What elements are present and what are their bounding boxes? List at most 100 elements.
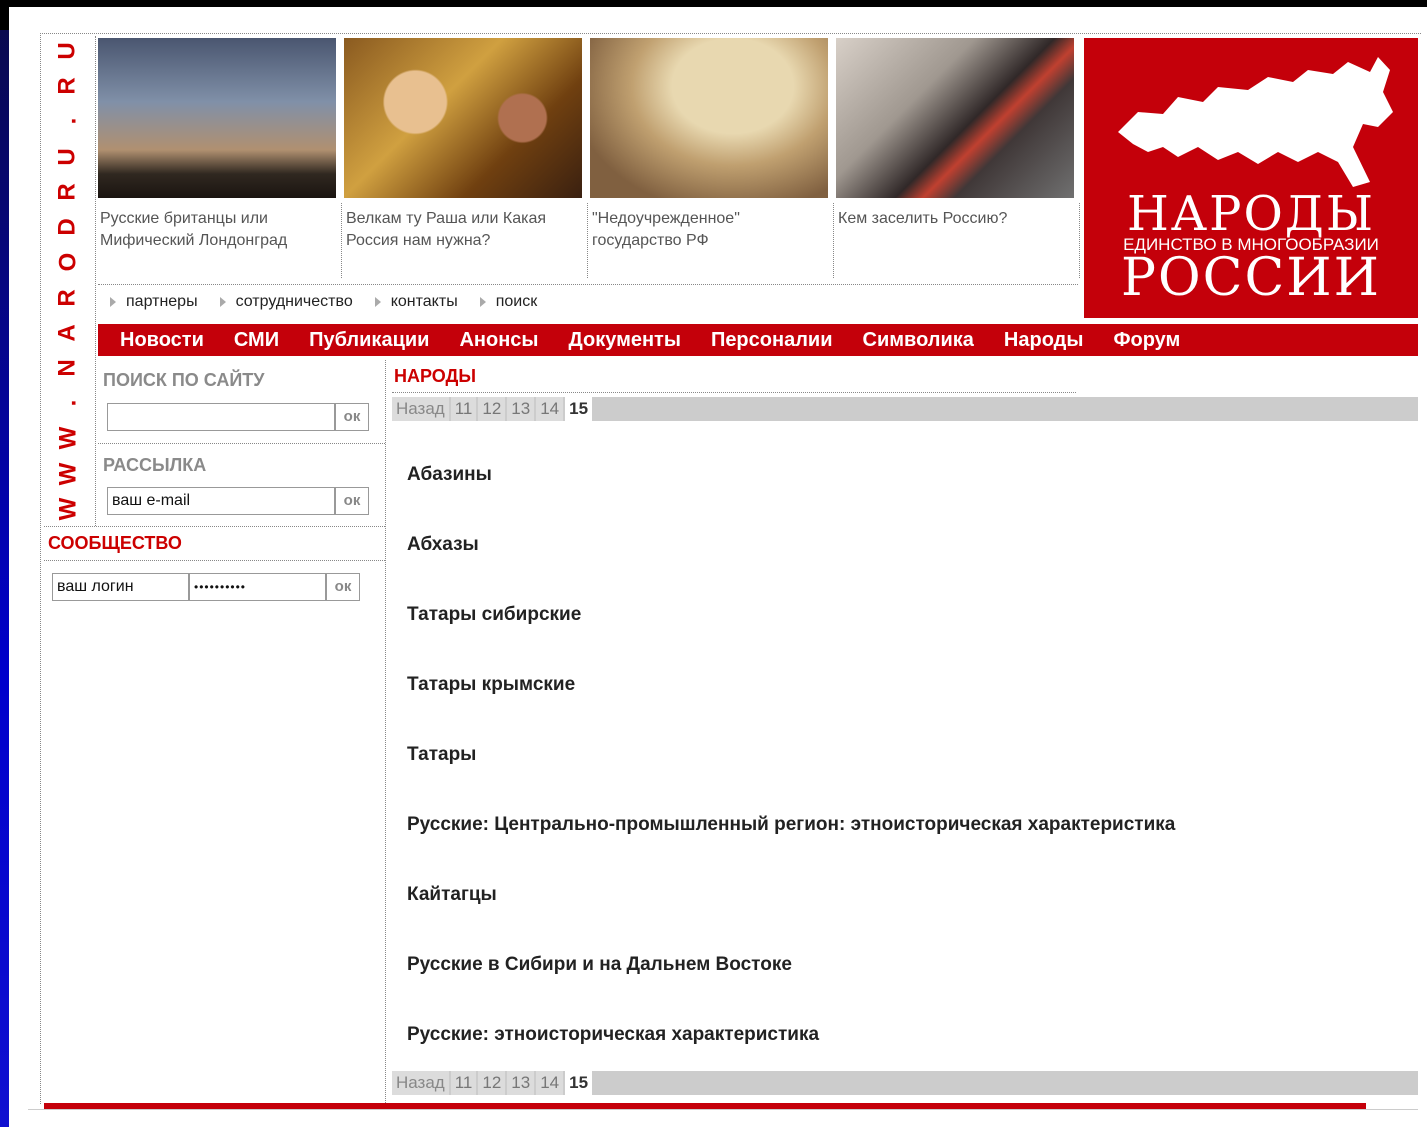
nav-announcements[interactable]: Анонсы xyxy=(459,329,538,352)
url-separator xyxy=(95,36,96,526)
list-item[interactable]: Русские в Сибири и на Дальнем Востоке xyxy=(407,950,1397,1020)
nav-news[interactable]: Новости xyxy=(120,329,204,352)
pagination-bottom: Назад 11 12 13 14 15 xyxy=(392,1071,1418,1095)
divider xyxy=(44,560,385,561)
nav-forum[interactable]: Форум xyxy=(1113,329,1180,352)
url-char: N xyxy=(54,359,81,377)
pager-page[interactable]: 12 xyxy=(478,397,506,421)
nav-media[interactable]: СМИ xyxy=(234,329,279,352)
main-nav: Новости СМИ Публикации Анонсы Документы … xyxy=(98,324,1418,356)
footer-line xyxy=(28,1109,1418,1110)
login-field[interactable]: ваш логин xyxy=(52,573,189,601)
divider xyxy=(98,443,385,444)
teaser-caption[interactable]: Велкам ту Раша или Какая Россия нам нужн… xyxy=(346,208,578,252)
logo-line-1: НАРОДЫ xyxy=(1126,186,1376,242)
pager-page[interactable]: 13 xyxy=(507,1071,535,1095)
nav-peoples[interactable]: Народы xyxy=(1004,329,1084,352)
url-char: R xyxy=(54,77,81,95)
teaser-card[interactable]: "Недоучрежденное" государство РФ xyxy=(590,38,834,283)
arrow-icon xyxy=(374,297,381,307)
divider xyxy=(44,526,385,527)
url-char: . xyxy=(53,118,81,125)
url-char: W xyxy=(54,427,81,450)
pager-current: 15 xyxy=(565,397,593,421)
london-photo[interactable] xyxy=(98,38,336,198)
divider xyxy=(833,203,834,278)
search-ok-button[interactable]: ок xyxy=(335,403,369,431)
search-input[interactable] xyxy=(107,403,335,431)
pagination-top: Назад 11 12 13 14 15 xyxy=(392,397,1418,421)
pager-page[interactable]: 12 xyxy=(478,1071,506,1095)
pager-page[interactable]: 13 xyxy=(507,397,535,421)
kokoshnik-photo[interactable] xyxy=(344,38,582,198)
url-char: A xyxy=(54,324,81,342)
subnav-label: партнеры xyxy=(126,293,198,310)
sidebar-divider xyxy=(385,360,386,1105)
list-item[interactable]: Татары сибирские xyxy=(407,600,1397,670)
teaser-card[interactable]: Русские британцы или Мифический Лондонгр… xyxy=(98,38,342,283)
divider xyxy=(1079,203,1080,278)
list-item[interactable]: Татары xyxy=(407,740,1397,810)
window-top-border xyxy=(0,0,1427,7)
login-ok-button[interactable]: ок xyxy=(326,573,360,601)
subnav-label: поиск xyxy=(495,293,538,310)
subnav-item-search[interactable]: поиск xyxy=(479,293,538,311)
arrow-icon xyxy=(479,297,486,307)
teaser-caption[interactable]: "Недоучрежденное" государство РФ xyxy=(592,208,824,252)
list-item[interactable]: Русские: Центрально-промышленный регион:… xyxy=(407,810,1397,880)
url-char: W xyxy=(54,497,81,521)
pager-page[interactable]: 11 xyxy=(450,1071,477,1095)
subnav-item-cooperation[interactable]: сотрудничество xyxy=(219,293,353,311)
teaser-caption[interactable]: Кем заселить Россию? xyxy=(838,208,1070,230)
arrow-icon xyxy=(110,297,116,307)
list-item[interactable]: Абазины xyxy=(407,460,1397,530)
password-field[interactable]: •••••••••• xyxy=(189,573,326,601)
community-title: СООБЩЕСТВО xyxy=(48,533,182,553)
nav-symbols[interactable]: Символика xyxy=(863,329,974,352)
list-item[interactable]: Абхазы xyxy=(407,530,1397,600)
subnav-item-contacts[interactable]: контакты xyxy=(374,293,458,311)
peoples-list: Абазины Абхазы Татары сибирские Татары к… xyxy=(407,460,1397,1090)
vertical-site-url[interactable]: U R . U R D O R A N . W W W xyxy=(48,40,88,520)
url-char: R xyxy=(54,183,81,201)
pager-back[interactable]: Назад xyxy=(392,1071,449,1095)
globe-photo[interactable] xyxy=(590,38,828,198)
site-logo[interactable]: НАРОДЫ ЕДИНСТВО В МНОГООБРАЗИИ РОССИИ xyxy=(1084,38,1418,318)
secondary-nav: партнеры сотрудничество контакты поиск xyxy=(98,284,1078,319)
arrow-icon xyxy=(219,297,226,307)
nav-persons[interactable]: Персоналии xyxy=(711,329,833,352)
url-char: U xyxy=(54,147,81,166)
nav-documents[interactable]: Документы xyxy=(568,329,680,352)
mailing-title: РАССЫЛКА xyxy=(103,455,207,475)
nav-publications[interactable]: Публикации xyxy=(309,329,429,352)
url-char: D xyxy=(54,218,81,236)
pager-page[interactable]: 11 xyxy=(450,397,477,421)
teaser-caption[interactable]: Русские британцы или Мифический Лондонгр… xyxy=(100,208,332,252)
subnav-label: сотрудничество xyxy=(235,293,353,310)
email-field[interactable]: ваш e-mail xyxy=(107,487,335,515)
teaser-card[interactable]: Кем заселить Россию? xyxy=(836,38,1080,283)
divider xyxy=(392,392,1076,393)
list-item[interactable]: Татары крымские xyxy=(407,670,1397,740)
url-char: . xyxy=(53,399,81,407)
teaser-card[interactable]: Велкам ту Раша или Какая Россия нам нужн… xyxy=(344,38,588,283)
russia-map-icon xyxy=(1118,57,1393,187)
subnav-label: контакты xyxy=(390,293,458,310)
search-title: ПОИСК ПО САЙТУ xyxy=(103,370,265,390)
subnav-item-partners[interactable]: партнеры xyxy=(110,293,198,311)
url-char: O xyxy=(53,252,81,272)
window-left-border xyxy=(0,0,9,1127)
content-title: НАРОДЫ xyxy=(394,366,476,386)
pager-current: 15 xyxy=(565,1071,593,1095)
url-char: W xyxy=(54,462,81,485)
pager-page[interactable]: 14 xyxy=(536,397,564,421)
poster-photo[interactable] xyxy=(836,38,1074,198)
mailing-ok-button[interactable]: ок xyxy=(335,487,369,515)
divider xyxy=(341,203,342,278)
logo-line-2: РОССИИ xyxy=(1121,248,1381,308)
pager-page[interactable]: 14 xyxy=(536,1071,564,1095)
url-char: U xyxy=(54,42,81,60)
list-item[interactable]: Кайтагцы xyxy=(407,880,1397,950)
url-char: R xyxy=(54,288,81,307)
pager-back[interactable]: Назад xyxy=(392,397,449,421)
